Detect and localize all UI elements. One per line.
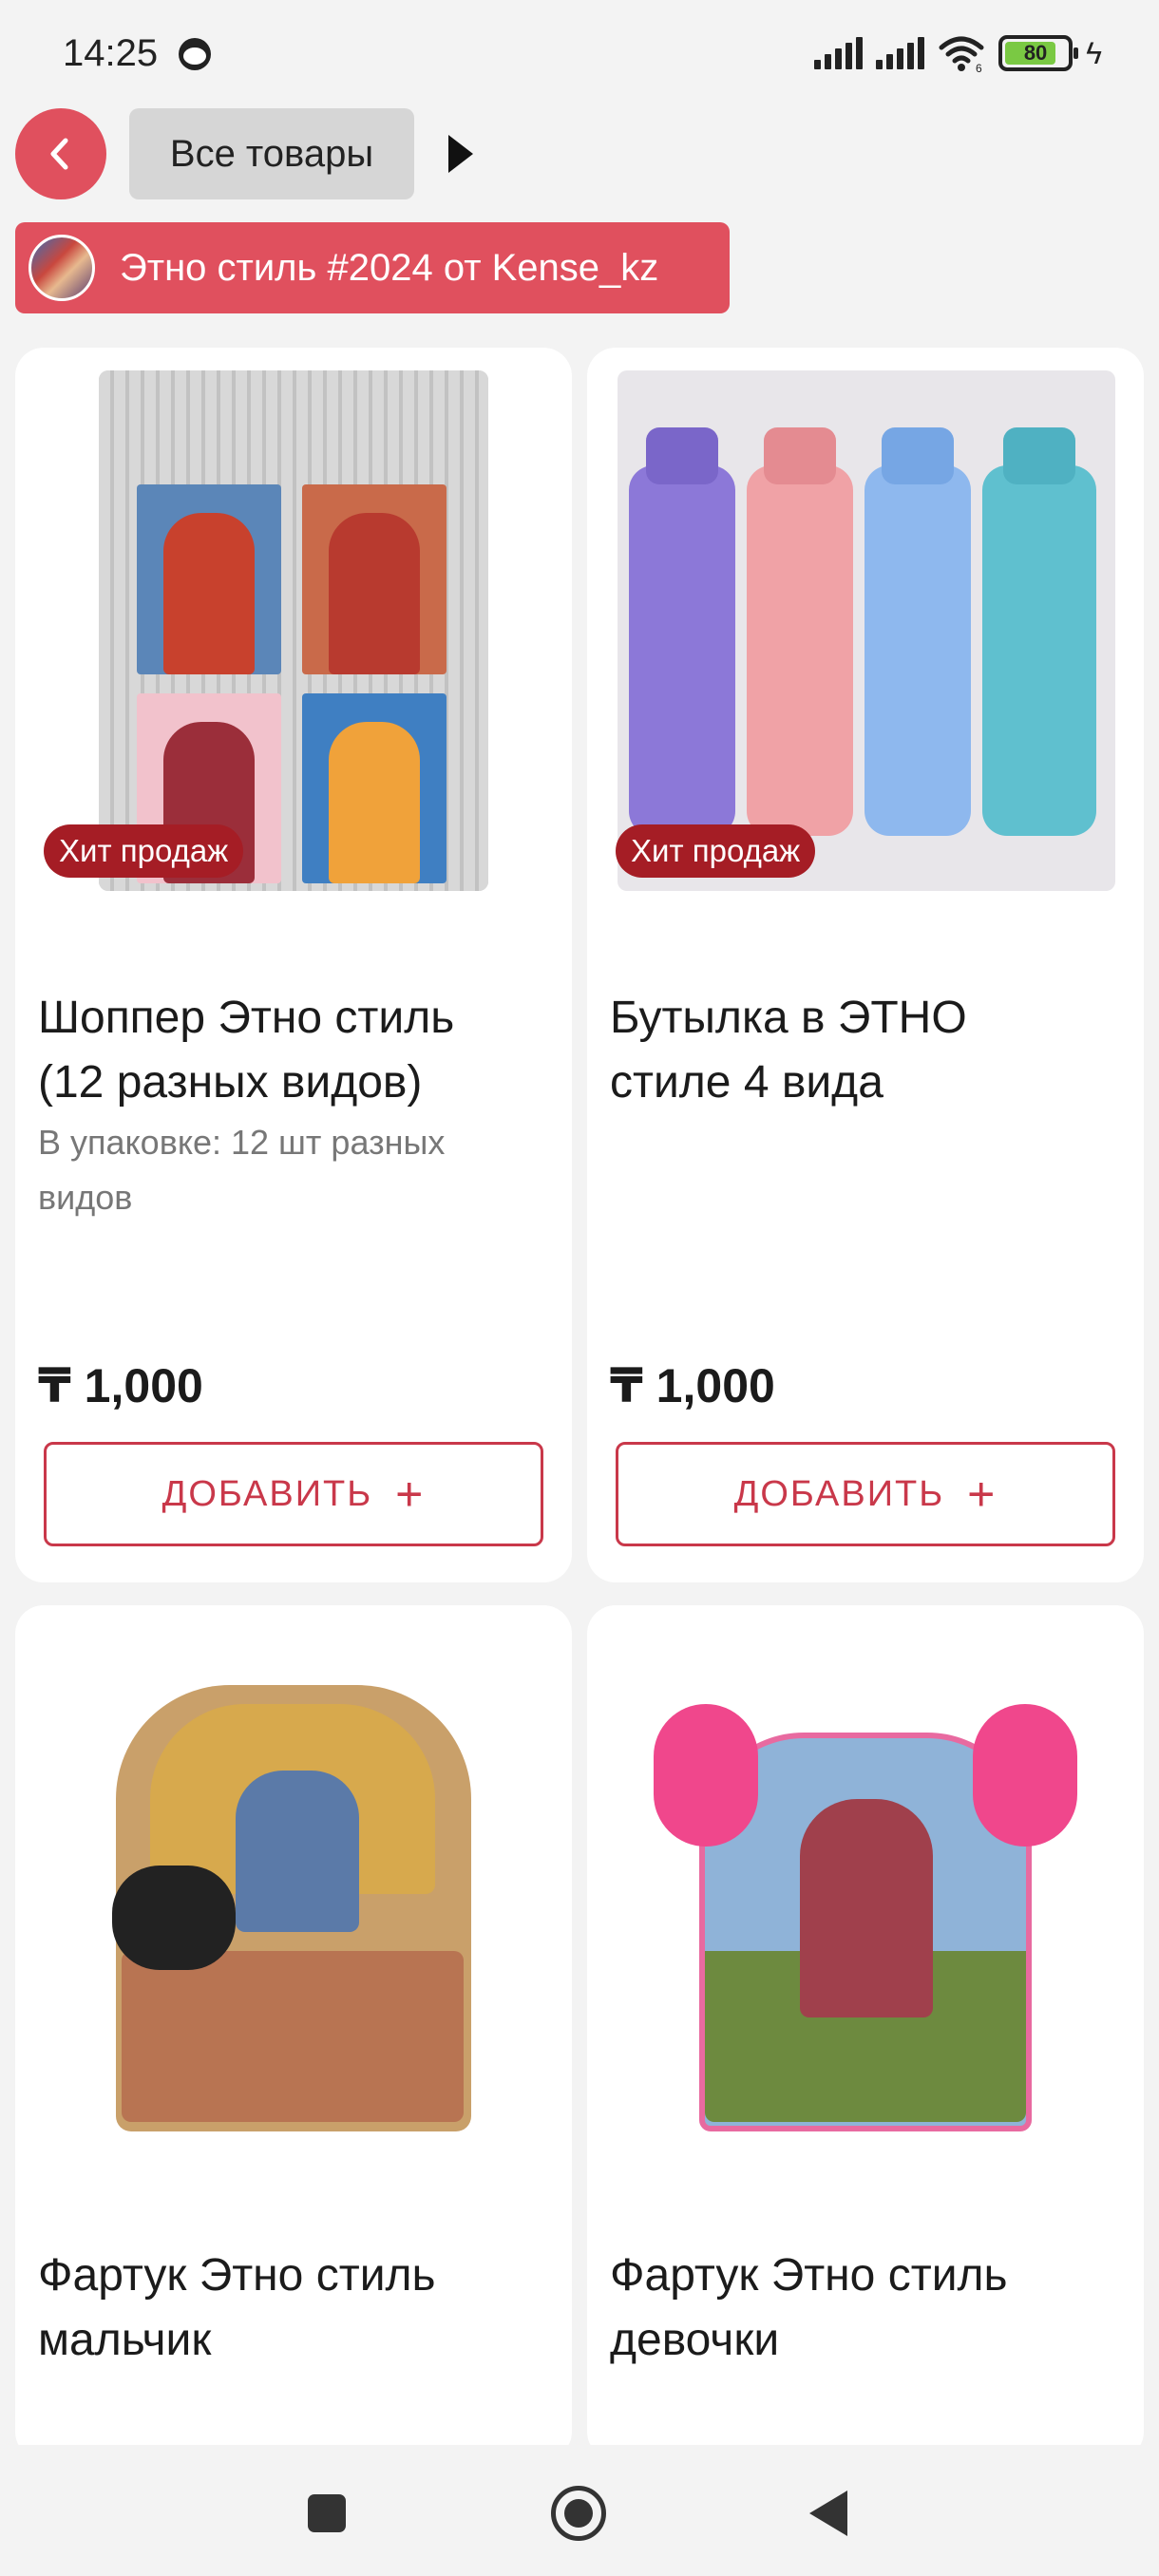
product-title: Бутылка в ЭТНО стиле 4 вида [610,993,967,1108]
circle-home-icon[interactable] [551,2486,606,2541]
network-type-label: 6 [976,62,982,72]
collection-label: Этно стиль #2024 от Kense_kz [120,246,659,289]
bestseller-badge: Хит продаж [616,824,816,878]
product-card[interactable]: Фартук Этно стиль мальчик [15,1605,572,2460]
status-time: 14:25 [63,32,159,74]
battery-icon: 80 [998,35,1079,71]
product-card[interactable]: Фартук Этно стиль девочки [587,1605,1144,2460]
back-button[interactable] [15,108,106,199]
product-image-bottle[interactable] [618,370,1115,891]
plus-icon: + [395,1468,426,1521]
add-button-label: ДОБАВИТЬ [733,1473,945,1514]
play-icon[interactable] [448,135,473,173]
product-price: ₸ 1,000 [610,1359,775,1412]
add-button-label: ДОБАВИТЬ [162,1473,373,1514]
collection-avatar [28,235,95,301]
chevron-left-icon [50,138,68,170]
bestseller-badge: Хит продаж [44,824,244,878]
product-image-apron-boy[interactable] [93,1628,494,2149]
product-card[interactable]: Хит продаж Бутылка в ЭТНО стиле 4 вида ₸… [587,348,1144,1582]
product-description: В упаковке: 12 шт разных видов [38,1123,446,1217]
signal-2-icon [876,37,925,69]
signal-1-icon [814,37,864,69]
system-nav-bar [0,2445,1159,2576]
product-title: Фартук Этно стиль мальчик [38,2250,436,2365]
product-title: Шоппер Этно стиль (12 разных видов) [38,993,455,1108]
status-bar: 14:25 6 80 ϟ [0,0,1159,104]
square-icon[interactable] [308,2494,346,2532]
plus-icon: + [967,1468,998,1521]
all-products-button[interactable]: Все товары [129,108,414,199]
wifi-icon: 6 [938,34,985,75]
add-to-cart-button[interactable]: ДОБАВИТЬ + [44,1442,543,1546]
collection-tag[interactable]: Этно стиль #2024 от Kense_kz [15,222,730,313]
charging-icon: ϟ [1086,35,1102,70]
product-image-apron-girl[interactable] [638,1628,1092,2149]
battery-level: 80 [1023,41,1048,65]
product-image-shopper[interactable] [99,370,488,891]
product-card[interactable]: Хит продаж Шоппер Этно стиль (12 разных … [15,348,572,1582]
product-price: ₸ 1,000 [38,1359,203,1412]
product-title: Фартук Этно стиль девочки [610,2250,1008,2365]
notification-face-icon [179,38,211,70]
triangle-back-icon[interactable] [809,2491,847,2536]
status-icons: 6 80 ϟ [814,32,1102,75]
add-to-cart-button[interactable]: ДОБАВИТЬ + [616,1442,1115,1546]
